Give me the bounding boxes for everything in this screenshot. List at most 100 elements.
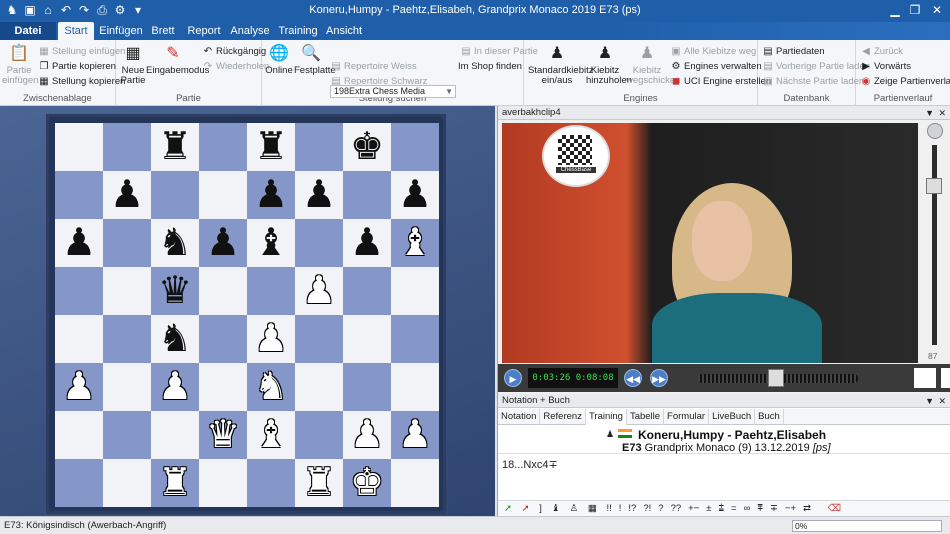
square-g3[interactable] (343, 363, 391, 411)
volume-thumb[interactable] (926, 178, 942, 194)
white-rook-icon[interactable]: ♜ (158, 462, 192, 504)
tab-ansicht[interactable]: Ansicht (326, 22, 362, 40)
black-bishop-icon[interactable]: ♝ (254, 222, 288, 264)
previous-game-button[interactable]: ▤ Vorherige Partie laden (762, 60, 870, 73)
black-pawn-icon[interactable]: ♟ (110, 174, 144, 216)
black-pawn-icon[interactable]: ♟ (206, 222, 240, 264)
volume-slider[interactable]: 87 (922, 123, 946, 363)
square-c5[interactable]: ♛ (151, 267, 199, 315)
square-b1[interactable] (103, 459, 151, 507)
square-g7[interactable] (343, 171, 391, 219)
black-rook-icon[interactable]: ♜ (158, 126, 192, 168)
square-d2[interactable]: ♛ (199, 411, 247, 459)
white-bishop-icon[interactable]: ♝ (398, 222, 432, 264)
video-frame[interactable]: ChessBase (502, 123, 918, 363)
square-b5[interactable] (103, 267, 151, 315)
tab-report[interactable]: Report (186, 22, 222, 40)
square-f3[interactable] (295, 363, 343, 411)
red-arrow-icon[interactable]: ➚ (522, 501, 530, 516)
new-game-button[interactable]: ▦ Neue Partie (118, 44, 148, 86)
square-d1[interactable] (199, 459, 247, 507)
tab-einfuegen[interactable]: Einfügen (98, 22, 144, 40)
square-h5[interactable] (391, 267, 439, 315)
tab-start[interactable]: Start (58, 22, 94, 40)
square-h8[interactable] (391, 123, 439, 171)
annotation-symbol-13[interactable]: −+ (785, 501, 796, 516)
video-option-box-2[interactable] (941, 368, 950, 388)
square-a8[interactable] (55, 123, 103, 171)
square-h3[interactable] (391, 363, 439, 411)
square-a3[interactable]: ♟ (55, 363, 103, 411)
square-f6[interactable] (295, 219, 343, 267)
black-pawn-icon[interactable]: ♟ (62, 222, 96, 264)
paste-position-button[interactable]: ▦ Stellung einfügen (38, 45, 125, 58)
black-rook-icon[interactable]: ♜ (254, 126, 288, 168)
game-data-button[interactable]: ▤ Partiedaten (762, 45, 824, 58)
white-pawn-icon[interactable]: ♟ (158, 366, 192, 408)
board-small-icon[interactable]: ▦ (588, 501, 597, 516)
tab-buch[interactable]: Buch (755, 409, 784, 425)
repertoire-white-button[interactable]: ▤ Repertoire Weiss (330, 60, 416, 73)
copy-position-button[interactable]: ▦ Stellung kopieren (38, 75, 125, 88)
annotation-symbol-0[interactable]: !! (606, 501, 611, 516)
remove-kibitz-button[interactable]: ♟ Kiebitz wegschicken (626, 44, 680, 86)
square-c7[interactable] (151, 171, 199, 219)
square-g4[interactable] (343, 315, 391, 363)
piece-icon[interactable]: ♝ (552, 501, 561, 516)
delete-icon[interactable]: ⌫ (828, 501, 841, 516)
white-bishop-icon[interactable]: ♝ (254, 414, 288, 456)
tab-training[interactable]: Training (278, 22, 318, 40)
add-kibitz-button[interactable]: ♟ Kiebitz hinzuholen (586, 44, 632, 86)
black-knight-icon[interactable]: ♞ (158, 222, 192, 264)
square-d6[interactable]: ♟ (199, 219, 247, 267)
green-arrow-icon[interactable]: ➚ (504, 501, 512, 516)
square-c2[interactable] (151, 411, 199, 459)
pane-menu-icon[interactable]: ▼ (925, 106, 934, 120)
notation-close-icon[interactable]: ✕ (938, 394, 946, 408)
close-icon[interactable]: ✕ (928, 1, 946, 19)
copy-game-button[interactable]: ❐ Partie kopieren (38, 60, 116, 73)
square-f1[interactable]: ♜ (295, 459, 343, 507)
square-c4[interactable]: ♞ (151, 315, 199, 363)
annotation-symbol-8[interactable]: ⩲ (718, 501, 724, 516)
volume-knob-icon[interactable] (927, 123, 943, 139)
redo-button[interactable]: ↷ Wiederholen (202, 60, 270, 73)
undo-button[interactable]: ↶ Rückgängig (202, 45, 266, 58)
square-a7[interactable] (55, 171, 103, 219)
square-b2[interactable] (103, 411, 151, 459)
square-c6[interactable]: ♞ (151, 219, 199, 267)
manage-engines-button[interactable]: ⚙ Engines verwalten (670, 60, 762, 73)
white-pawn-icon[interactable]: ♟ (302, 270, 336, 312)
square-d5[interactable] (199, 267, 247, 315)
square-g8[interactable]: ♚ (343, 123, 391, 171)
white-knight-icon[interactable]: ♞ (254, 366, 288, 408)
tab-referenz[interactable]: Referenz (540, 409, 586, 425)
video-progress-thumb[interactable] (768, 369, 784, 387)
square-e3[interactable]: ♞ (247, 363, 295, 411)
white-rook-icon[interactable]: ♜ (302, 462, 336, 504)
square-h2[interactable]: ♟ (391, 411, 439, 459)
square-g6[interactable]: ♟ (343, 219, 391, 267)
white-king-icon[interactable]: ♚ (350, 462, 384, 504)
back-button[interactable]: ◀ Zurück (860, 45, 903, 58)
show-history-button[interactable]: ◉Zeige Partienverlauf (860, 75, 950, 88)
white-pawn-icon[interactable]: ♟ (398, 414, 432, 456)
online-search-button[interactable]: 🌐 Online (264, 44, 294, 76)
notation-move[interactable]: 18...Nxc4∓ (502, 458, 558, 471)
annotation-symbol-12[interactable]: ∓ (770, 501, 778, 516)
input-mode-button[interactable]: ✎ Eingabemodus (146, 44, 209, 76)
square-e7[interactable]: ♟ (247, 171, 295, 219)
tab-formular[interactable]: Formular (664, 409, 710, 425)
square-h7[interactable]: ♟ (391, 171, 439, 219)
square-b6[interactable] (103, 219, 151, 267)
square-b8[interactable] (103, 123, 151, 171)
pawn-icon[interactable]: ♙ (570, 501, 579, 516)
annotation-symbol-14[interactable]: ⇄ (803, 501, 811, 516)
black-pawn-icon[interactable]: ♟ (302, 174, 336, 216)
rewind-icon[interactable]: ◀◀ (624, 369, 642, 387)
white-queen-icon[interactable]: ♛ (206, 414, 240, 456)
square-e5[interactable] (247, 267, 295, 315)
square-a1[interactable] (55, 459, 103, 507)
video-option-box[interactable] (914, 368, 936, 388)
annotation-symbol-3[interactable]: ?! (643, 501, 651, 516)
